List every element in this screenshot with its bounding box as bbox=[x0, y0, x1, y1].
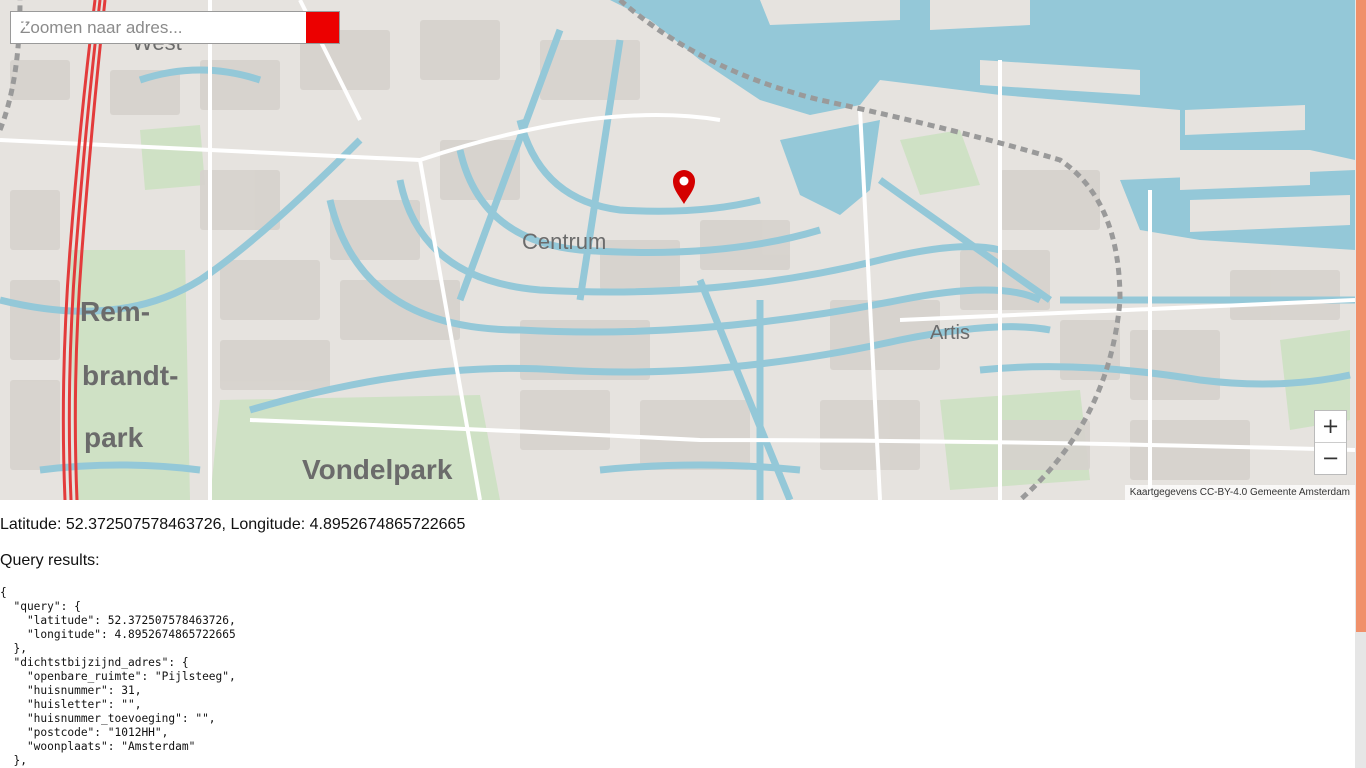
map-tiles bbox=[0, 0, 1355, 500]
zoom-in-button[interactable]: + bbox=[1315, 411, 1346, 442]
map-label-rem: Rem- bbox=[80, 296, 151, 327]
search-button[interactable] bbox=[12, 12, 339, 43]
zoom-control: + − bbox=[1314, 410, 1347, 475]
map-label-artis: Artis bbox=[930, 322, 970, 344]
map[interactable]: West Centrum Artis Rem- brandt- park Von… bbox=[0, 0, 1355, 500]
map-label-brandt: brandt- bbox=[82, 360, 179, 391]
map-label-park: park bbox=[84, 422, 144, 453]
map-label-centrum: Centrum bbox=[522, 229, 607, 254]
query-results-json: { "query": { "latitude": 52.372507578463… bbox=[0, 586, 236, 767]
address-search bbox=[10, 11, 340, 44]
scrollbar-thumb[interactable] bbox=[1356, 0, 1366, 632]
search-icon bbox=[12, 13, 31, 32]
address-search-input[interactable] bbox=[11, 12, 306, 43]
query-results-label: Query results: bbox=[0, 552, 100, 569]
map-attribution: Kaartgegevens CC-BY-4.0 Gemeente Amsterd… bbox=[1124, 485, 1355, 500]
coordinates-text: Latitude: 52.372507578463726, Longitude:… bbox=[0, 516, 466, 533]
zoom-out-button[interactable]: − bbox=[1315, 442, 1346, 474]
map-label-vondelpark: Vondelpark bbox=[302, 454, 453, 485]
